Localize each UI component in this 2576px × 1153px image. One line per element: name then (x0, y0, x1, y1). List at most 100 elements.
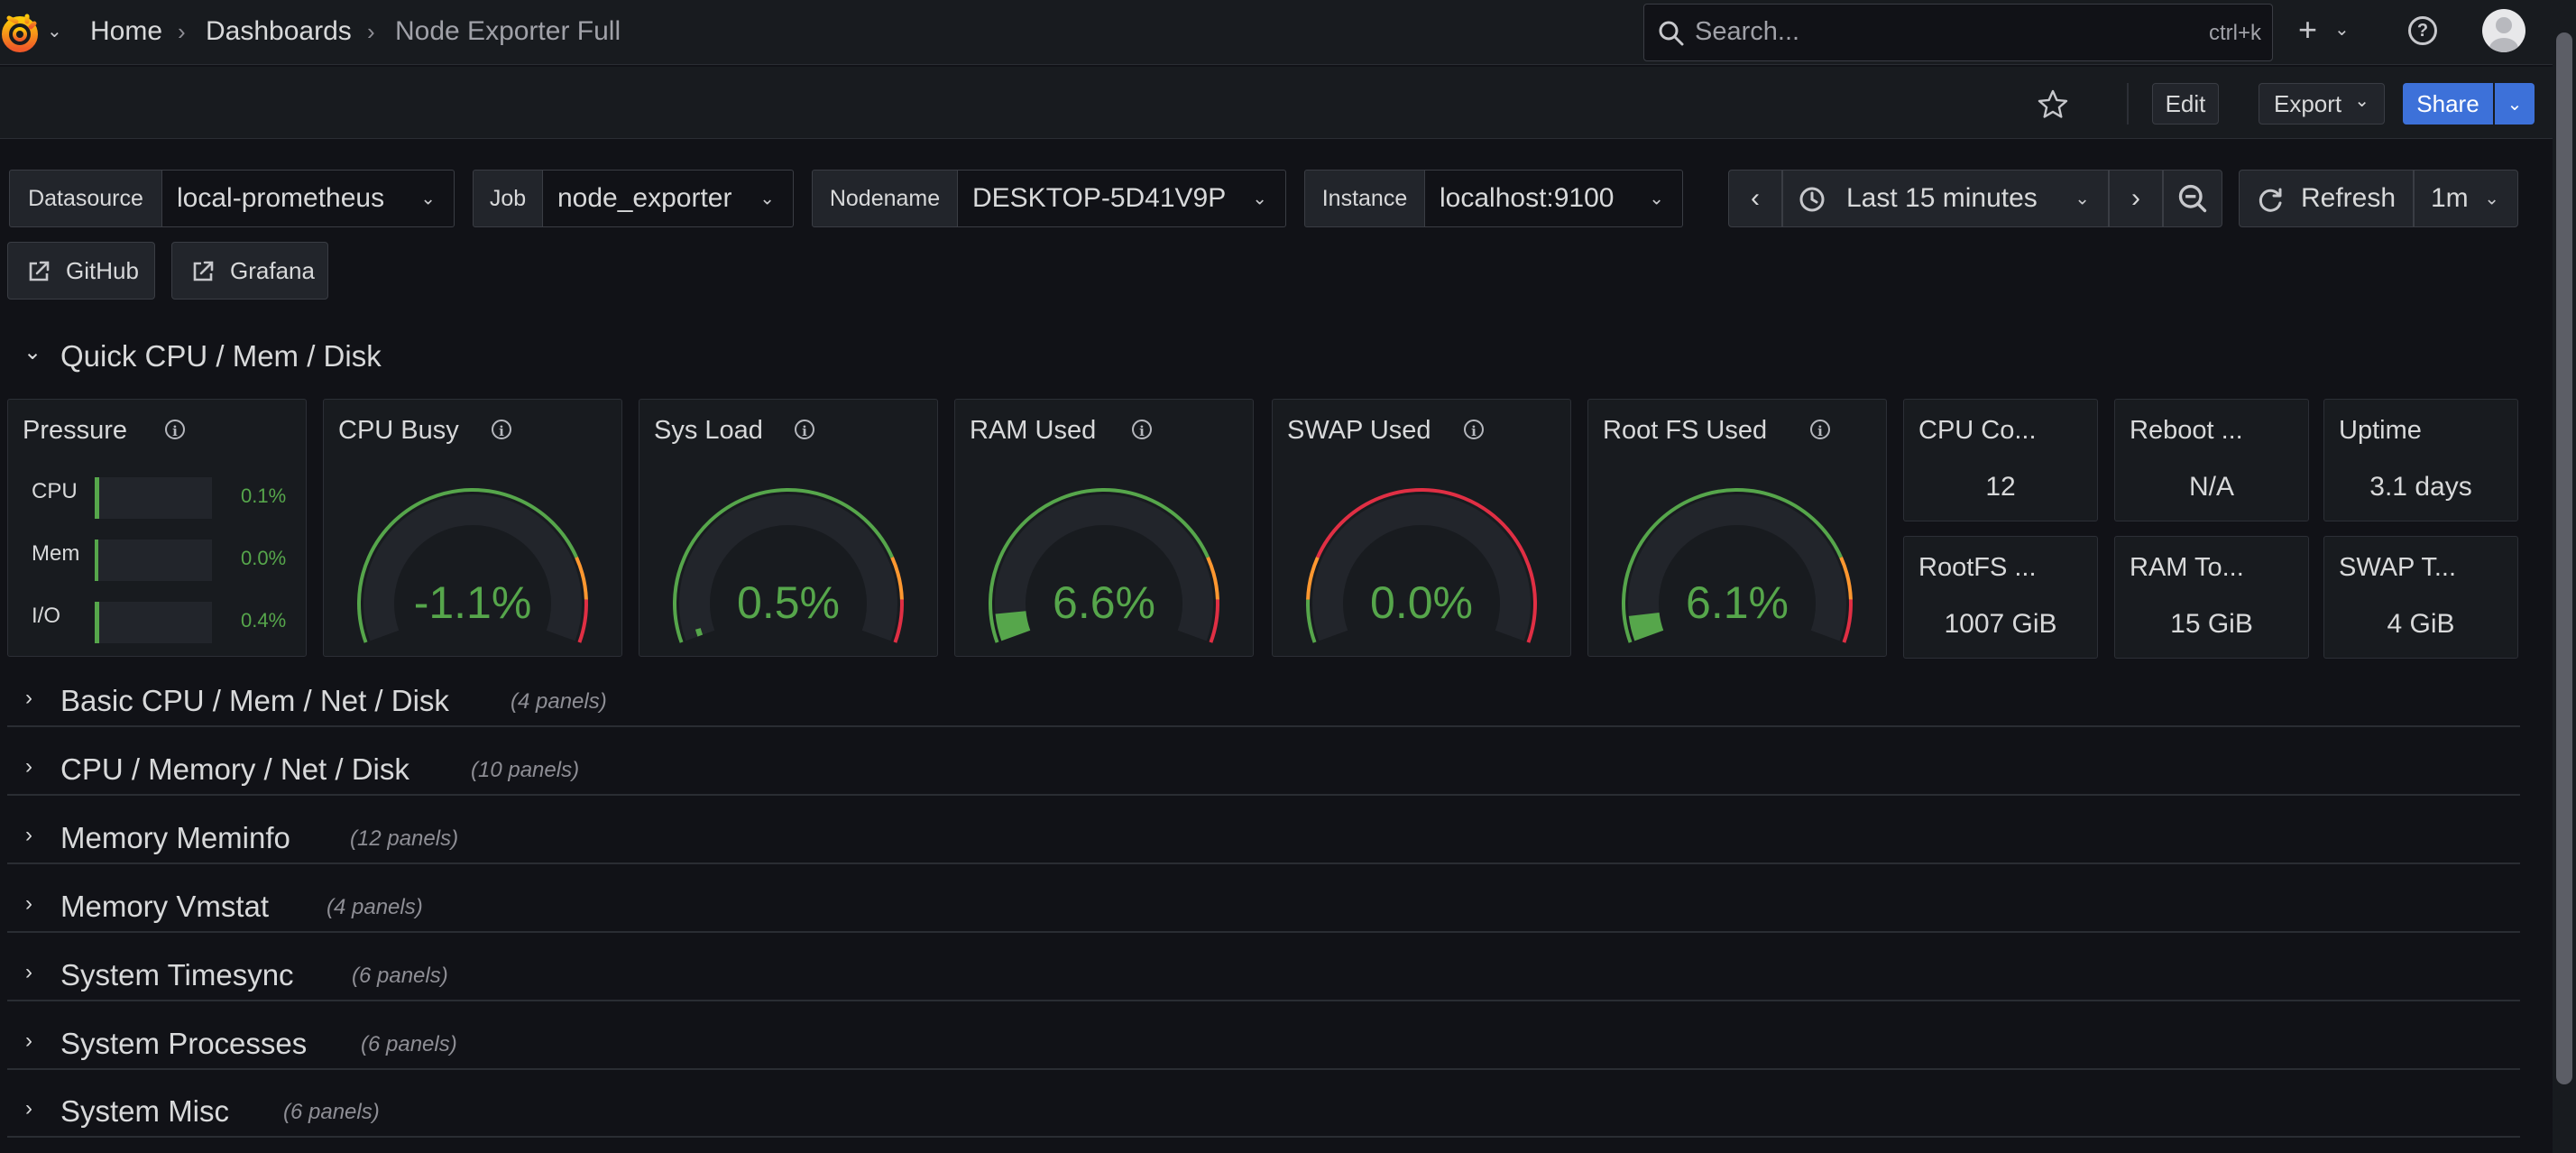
stat-panel[interactable]: CPU Co... 12 (1903, 399, 2098, 521)
chevron-down-icon: ⌄ (759, 189, 775, 209)
new-plus-icon[interactable]: + (2298, 11, 2317, 49)
stat-value: 4 GiB (2387, 609, 2455, 639)
row-title[interactable]: Memory Vmstat (60, 890, 269, 924)
external-link-icon (29, 261, 50, 281)
external-link-icon (193, 261, 214, 281)
stat-panel[interactable]: SWAP T... 4 GiB (2323, 536, 2518, 659)
row-collapse-chevron-icon[interactable]: ⌄ (23, 339, 41, 365)
share-button[interactable]: Share (2403, 83, 2493, 125)
search-input[interactable]: Search... ctrl+k (1643, 4, 2273, 61)
info-icon[interactable]: i (1810, 420, 1830, 439)
logo-chevron-down-icon[interactable]: ⌄ (47, 20, 62, 42)
nodename-variable-select[interactable]: DESKTOP-5D41V9P ⌄ (958, 170, 1286, 227)
row-expand-chevron-icon[interactable]: › (25, 823, 32, 848)
edit-button[interactable]: Edit (2152, 83, 2219, 125)
row-expand-chevron-icon[interactable]: › (25, 686, 32, 711)
gauge-value: 6.6% (1053, 577, 1155, 628)
github-link-button[interactable]: GitHub (7, 242, 155, 300)
zoom-out-button[interactable] (2163, 170, 2222, 227)
row-expand-chevron-icon[interactable]: › (25, 754, 32, 779)
row-expand-chevron-icon[interactable]: › (25, 891, 32, 917)
row-title[interactable]: CPU / Memory / Net / Disk (60, 752, 409, 787)
stat-panel[interactable]: RAM To... 15 GiB (2114, 536, 2309, 659)
github-link-label: GitHub (66, 256, 139, 284)
pressure-panel[interactable]: Pressure i CPU 0.1% Mem 0.0% I/O 0.4% (7, 399, 307, 657)
row-title[interactable]: System Misc (60, 1094, 229, 1129)
row-divider (7, 931, 2520, 933)
info-icon[interactable]: i (1464, 420, 1484, 439)
grafana-logo-icon[interactable] (0, 9, 47, 56)
toolbar-divider (2127, 83, 2129, 125)
row-expand-chevron-icon[interactable]: › (25, 1096, 32, 1121)
row-panel-count: (6 panels) (352, 964, 448, 988)
quick-row-title[interactable]: Quick CPU / Mem / Disk (60, 339, 382, 374)
search-placeholder: Search... (1695, 17, 1800, 46)
zoom-out-icon (2178, 184, 2207, 213)
new-chevron-down-icon[interactable]: ⌄ (2334, 18, 2350, 41)
export-button[interactable]: Export ⌄ (2259, 83, 2385, 125)
panel-title: CPU Busy (338, 416, 459, 445)
share-chevron-down-icon[interactable]: ⌄ (2495, 83, 2535, 125)
pressure-label: Mem (32, 541, 80, 566)
breadcrumb-home[interactable]: Home (90, 16, 162, 47)
row-divider (7, 1068, 2520, 1070)
info-icon[interactable]: i (795, 420, 814, 439)
stat-panel[interactable]: Reboot ... N/A (2114, 399, 2309, 521)
pressure-value: 0.1% (241, 484, 287, 507)
info-icon[interactable]: i (492, 420, 511, 439)
pressure-bar (95, 477, 212, 519)
panel-title: RootFS ... (1918, 553, 2037, 582)
gauge-panel[interactable]: Sys Load i 0.5% (639, 399, 938, 657)
time-shift-back-button[interactable]: ‹ (1728, 170, 1782, 227)
stat-value: 3.1 days (2369, 472, 2472, 502)
stat-value: 12 (1985, 472, 2016, 502)
job-variable-select[interactable]: node_exporter ⌄ (543, 170, 794, 227)
gauge-panel[interactable]: SWAP Used i 0.0% (1272, 399, 1571, 657)
row-panel-count: (12 panels) (350, 826, 459, 851)
gauge-value: 0.0% (1370, 577, 1473, 628)
pressure-value: 0.4% (241, 609, 287, 632)
grafana-link-button[interactable]: Grafana (171, 242, 328, 300)
row-divider (7, 794, 2520, 796)
gauge-panel[interactable]: Root FS Used i 6.1% (1587, 399, 1887, 657)
row-expand-chevron-icon[interactable]: › (25, 1028, 32, 1054)
stat-panel[interactable]: Uptime 3.1 days (2323, 399, 2518, 521)
gauge-value: 6.1% (1686, 577, 1789, 628)
panel-title: CPU Co... (1918, 416, 2037, 445)
row-panel-count: (4 panels) (511, 689, 607, 714)
row-expand-chevron-icon[interactable]: › (25, 960, 32, 985)
chevron-down-icon: ⌄ (2484, 189, 2499, 209)
user-avatar[interactable] (2482, 9, 2525, 52)
refresh-interval-picker[interactable]: 1m ⌄ (2414, 170, 2518, 227)
row-divider (7, 1000, 2520, 1001)
row-title[interactable]: System Timesync (60, 958, 294, 992)
star-icon[interactable] (2037, 88, 2069, 121)
time-range-label: Last 15 minutes (1846, 183, 2038, 213)
breadcrumb-separator-icon: › (178, 18, 186, 45)
row-title[interactable]: System Processes (60, 1027, 307, 1061)
row-title[interactable]: Memory Meminfo (60, 821, 290, 855)
breadcrumb-separator-icon: › (367, 18, 375, 45)
breadcrumb-dashboards[interactable]: Dashboards (206, 16, 352, 47)
gauge-panel[interactable]: RAM Used i 6.6% (954, 399, 1254, 657)
info-icon[interactable]: i (1132, 420, 1152, 439)
grafana-link-label: Grafana (230, 256, 315, 284)
stat-panel[interactable]: RootFS ... 1007 GiB (1903, 536, 2098, 659)
datasource-variable-select[interactable]: local-prometheus ⌄ (162, 170, 455, 227)
row-panel-count: (4 panels) (327, 895, 423, 919)
time-range-picker[interactable]: Last 15 minutes ⌄ (1782, 170, 2109, 227)
row-divider (7, 1136, 2520, 1138)
datasource-variable-label: Datasource (9, 170, 162, 227)
export-label: Export (2274, 89, 2342, 117)
help-icon[interactable]: ? (2408, 16, 2437, 45)
pressure-bar (95, 602, 212, 643)
instance-variable-select[interactable]: localhost:9100 ⌄ (1425, 170, 1683, 227)
time-shift-forward-button[interactable]: › (2109, 170, 2163, 227)
info-icon[interactable]: i (165, 420, 185, 439)
panel-title: Sys Load (654, 416, 763, 445)
refresh-button[interactable]: Refresh (2239, 170, 2414, 227)
scrollbar-thumb[interactable] (2556, 32, 2572, 1084)
panel-title: SWAP T... (2339, 553, 2457, 582)
row-title[interactable]: Basic CPU / Mem / Net / Disk (60, 684, 449, 718)
gauge-panel[interactable]: CPU Busy i -1.1% (323, 399, 622, 657)
